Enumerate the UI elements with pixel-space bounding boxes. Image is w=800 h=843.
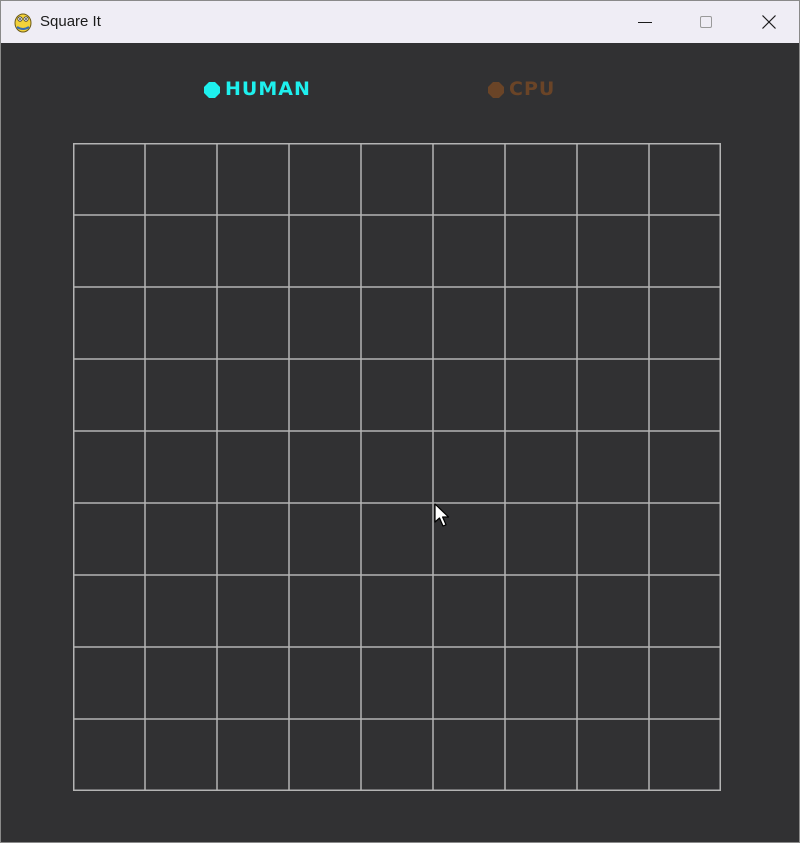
board-cell-r8-c8[interactable] xyxy=(649,719,721,791)
board-cell-r0-c7[interactable] xyxy=(577,143,649,215)
board-cell-r8-c6[interactable] xyxy=(505,719,577,791)
board-cell-r0-c6[interactable] xyxy=(505,143,577,215)
close-button[interactable] xyxy=(739,1,799,43)
board-cell-r6-c7[interactable] xyxy=(577,575,649,647)
board-cell-r2-c5[interactable] xyxy=(433,287,505,359)
game-window: Square It HUMAN CPU xyxy=(0,0,800,843)
board-cell-r2-c3[interactable] xyxy=(289,287,361,359)
board-cell-r1-c2[interactable] xyxy=(217,215,289,287)
cpu-octagon-shape xyxy=(488,82,504,98)
board-cell-r4-c4[interactable] xyxy=(361,431,433,503)
board-cell-r0-c8[interactable] xyxy=(649,143,721,215)
board-cell-r7-c1[interactable] xyxy=(145,647,217,719)
board-cell-r3-c6[interactable] xyxy=(505,359,577,431)
board-cell-r0-c2[interactable] xyxy=(217,143,289,215)
board-cell-r2-c6[interactable] xyxy=(505,287,577,359)
board-cell-r6-c0[interactable] xyxy=(73,575,145,647)
board-cell-r8-c1[interactable] xyxy=(145,719,217,791)
game-board[interactable] xyxy=(73,143,721,791)
board-cell-r2-c8[interactable] xyxy=(649,287,721,359)
board-cell-r2-c0[interactable] xyxy=(73,287,145,359)
board-cell-r6-c5[interactable] xyxy=(433,575,505,647)
board-cell-r0-c3[interactable] xyxy=(289,143,361,215)
board-cell-r7-c7[interactable] xyxy=(577,647,649,719)
minimize-button[interactable] xyxy=(615,1,675,43)
board-cell-r6-c2[interactable] xyxy=(217,575,289,647)
board-cell-r0-c1[interactable] xyxy=(145,143,217,215)
board-cell-r6-c8[interactable] xyxy=(649,575,721,647)
human-octagon-icon xyxy=(204,82,220,98)
board-cell-r7-c8[interactable] xyxy=(649,647,721,719)
board-cell-r5-c3[interactable] xyxy=(289,503,361,575)
board-cell-r8-c2[interactable] xyxy=(217,719,289,791)
board-cell-r0-c5[interactable] xyxy=(433,143,505,215)
board-cell-r0-c0[interactable] xyxy=(73,143,145,215)
board-cell-r0-c4[interactable] xyxy=(361,143,433,215)
board-cell-r4-c5[interactable] xyxy=(433,431,505,503)
board-cell-r1-c0[interactable] xyxy=(73,215,145,287)
board-cell-r2-c2[interactable] xyxy=(217,287,289,359)
board-cell-r8-c0[interactable] xyxy=(73,719,145,791)
board-cell-r2-c1[interactable] xyxy=(145,287,217,359)
board-cell-r5-c6[interactable] xyxy=(505,503,577,575)
board-cell-r2-c4[interactable] xyxy=(361,287,433,359)
board-cell-r5-c4[interactable] xyxy=(361,503,433,575)
board-cell-r5-c1[interactable] xyxy=(145,503,217,575)
board-cell-r7-c4[interactable] xyxy=(361,647,433,719)
board-cell-r4-c3[interactable] xyxy=(289,431,361,503)
board-cell-r1-c8[interactable] xyxy=(649,215,721,287)
board-cell-r5-c0[interactable] xyxy=(73,503,145,575)
human-label: HUMAN xyxy=(225,78,311,100)
board-cell-r7-c0[interactable] xyxy=(73,647,145,719)
board-cell-r4-c1[interactable] xyxy=(145,431,217,503)
pygame-snake-icon xyxy=(14,13,32,33)
board-cell-r5-c2[interactable] xyxy=(217,503,289,575)
board-cell-r6-c1[interactable] xyxy=(145,575,217,647)
board-cell-r1-c6[interactable] xyxy=(505,215,577,287)
board-cell-r8-c5[interactable] xyxy=(433,719,505,791)
board-cell-r1-c1[interactable] xyxy=(145,215,217,287)
close-icon xyxy=(762,15,776,29)
board-cell-r3-c3[interactable] xyxy=(289,359,361,431)
board-cell-r6-c3[interactable] xyxy=(289,575,361,647)
mouse-cursor-icon xyxy=(434,503,450,527)
maximize-button[interactable] xyxy=(676,1,736,43)
board-cell-r4-c8[interactable] xyxy=(649,431,721,503)
board-cell-r3-c8[interactable] xyxy=(649,359,721,431)
board-cell-r7-c3[interactable] xyxy=(289,647,361,719)
board-cell-r3-c2[interactable] xyxy=(217,359,289,431)
board-cell-r3-c0[interactable] xyxy=(73,359,145,431)
board-cell-r5-c7[interactable] xyxy=(577,503,649,575)
board-cell-r4-c2[interactable] xyxy=(217,431,289,503)
board-cell-r8-c3[interactable] xyxy=(289,719,361,791)
board-cell-r1-c4[interactable] xyxy=(361,215,433,287)
human-octagon-shape xyxy=(204,82,220,98)
cpu-label: CPU xyxy=(509,78,556,100)
board-cell-r1-c3[interactable] xyxy=(289,215,361,287)
board-cell-r7-c2[interactable] xyxy=(217,647,289,719)
maximize-icon xyxy=(700,16,712,28)
title-bar[interactable]: Square It xyxy=(1,1,799,43)
board-cell-r5-c8[interactable] xyxy=(649,503,721,575)
board-cell-r4-c6[interactable] xyxy=(505,431,577,503)
board-cell-r8-c4[interactable] xyxy=(361,719,433,791)
board-cell-r8-c7[interactable] xyxy=(577,719,649,791)
board-cell-r6-c4[interactable] xyxy=(361,575,433,647)
board-cell-r6-c6[interactable] xyxy=(505,575,577,647)
board-cell-r3-c5[interactable] xyxy=(433,359,505,431)
window-title: Square It xyxy=(40,13,101,30)
board-cell-r1-c5[interactable] xyxy=(433,215,505,287)
board-cell-r3-c1[interactable] xyxy=(145,359,217,431)
board-cell-r3-c7[interactable] xyxy=(577,359,649,431)
board-cell-r1-c7[interactable] xyxy=(577,215,649,287)
board-cell-r7-c6[interactable] xyxy=(505,647,577,719)
cpu-octagon-icon xyxy=(488,82,504,98)
board-cell-r4-c0[interactable] xyxy=(73,431,145,503)
minimize-icon xyxy=(638,22,652,23)
board-cell-r3-c4[interactable] xyxy=(361,359,433,431)
board-cell-r4-c7[interactable] xyxy=(577,431,649,503)
board-cell-r7-c5[interactable] xyxy=(433,647,505,719)
board-cell-r2-c7[interactable] xyxy=(577,287,649,359)
